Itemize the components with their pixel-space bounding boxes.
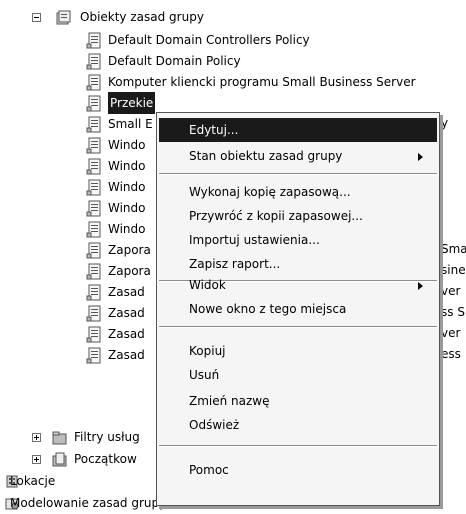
gpo-document-icon — [86, 284, 101, 301]
gpo-folder-icon — [56, 10, 71, 25]
menu-item-delete[interactable]: Usuń — [159, 363, 437, 387]
tree-node-label-tail: Smal — [441, 242, 466, 256]
expand-icon[interactable] — [32, 455, 41, 464]
tree-node-label: Komputer kliencki programu Small Busines… — [108, 75, 416, 89]
gpo-document-icon — [86, 116, 101, 133]
tree-node-label: Zasad — [108, 327, 145, 341]
starter-gpo-folder-icon — [52, 452, 67, 467]
tree-node-gpo[interactable]: Komputer kliencki programu Small Busines… — [82, 71, 466, 93]
tree-node-label: Default Domain Policy — [108, 54, 241, 68]
menu-separator — [159, 174, 437, 175]
tree-node-label: Zasad — [108, 285, 145, 299]
tree-node-starter-gpos[interactable]: Początkow — [28, 448, 158, 470]
menu-item-backup[interactable]: Wykonaj kopię zapasową... — [159, 180, 437, 204]
tree-node-label-tail: ver — [441, 326, 461, 340]
menu-separator — [159, 327, 437, 328]
tree-node-sites[interactable]: Lokacje — [0, 470, 156, 492]
tree-node-label-tail: ss S — [441, 305, 465, 319]
tree-node-label: Windo — [108, 201, 146, 215]
tree-node-gpo[interactable]: Przekie — [82, 92, 466, 114]
tree-node-label-tail: ver — [441, 284, 461, 298]
tree-node-label: Zasad — [108, 306, 145, 320]
tree-node-label: Default Domain Controllers Policy — [108, 33, 310, 47]
tree-node-label: Obiekty zasad grupy — [80, 10, 204, 24]
tree-node-label: Windo — [108, 222, 146, 236]
tree-node-label: Zapora — [108, 264, 151, 278]
gpo-document-icon — [86, 200, 101, 217]
context-menu: Edytuj... Stan obiektu zasad grupy Wykon… — [156, 112, 440, 506]
tree-node-label: Windo — [108, 138, 146, 152]
expand-icon[interactable] — [32, 433, 41, 442]
gpo-document-icon — [86, 74, 101, 91]
gpo-document-icon — [86, 53, 101, 70]
menu-item-view[interactable]: Widok — [159, 273, 437, 297]
tree-node-gpo[interactable]: Default Domain Policy — [82, 50, 466, 72]
gpo-document-icon — [86, 326, 101, 343]
gpo-document-icon — [86, 95, 101, 112]
menu-item-gpo-status[interactable]: Stan obiektu zasad grupy — [159, 144, 437, 168]
tree-node-label-tail: y — [441, 116, 449, 130]
gpo-document-icon — [86, 179, 101, 196]
gpo-document-icon — [86, 263, 101, 280]
gpo-document-icon — [86, 32, 101, 49]
menu-item-import-settings[interactable]: Importuj ustawienia... — [159, 228, 437, 252]
menu-item-copy[interactable]: Kopiuj — [159, 339, 437, 363]
gpo-document-icon — [86, 347, 101, 364]
filter-folder-icon — [52, 431, 67, 445]
menu-item-help[interactable]: Pomoc — [159, 458, 437, 482]
tree-node-label: Small E — [108, 117, 153, 131]
tree-node-label-tail: sines — [441, 263, 466, 277]
gpo-document-icon — [86, 221, 101, 238]
menu-item-new-window[interactable]: Nowe okno z tego miejsca — [159, 297, 437, 321]
menu-item-restore[interactable]: Przywróć z kopii zapasowej... — [159, 204, 437, 228]
gpo-document-icon — [86, 158, 101, 175]
tree-node-wmi-filters[interactable]: Filtry usług — [28, 426, 158, 448]
tree-node-label: Windo — [108, 180, 146, 194]
tree-node-label: Filtry usług — [74, 430, 140, 444]
submenu-arrow-icon — [418, 153, 423, 161]
menu-item-edit[interactable]: Edytuj... — [159, 118, 437, 142]
gpo-document-icon — [86, 242, 101, 259]
collapse-icon[interactable] — [32, 13, 41, 22]
tree-node-gpo[interactable]: Default Domain Controllers Policy — [82, 29, 466, 51]
menu-item-refresh[interactable]: Odśwież — [159, 413, 437, 437]
tree-node-gpo-container[interactable]: Obiekty zasad grupy — [28, 6, 466, 28]
tree-node-label: Modelowanie zasad grupy — [10, 496, 167, 510]
gpo-document-icon — [86, 137, 101, 154]
menu-item-rename[interactable]: Zmień nazwę — [159, 389, 437, 413]
submenu-arrow-icon — [418, 282, 423, 290]
gpo-document-icon — [86, 305, 101, 322]
tree-node-label: Lokacje — [10, 474, 56, 488]
tree-node-label: Zapora — [108, 243, 151, 257]
tree-node-label-tail: ess — [441, 347, 461, 361]
tree-node-label: Przekie — [108, 92, 156, 114]
tree-node-label: Początkow — [74, 452, 137, 466]
menu-separator — [159, 446, 437, 447]
tree-node-label: Zasad — [108, 348, 145, 362]
tree-node-label: Windo — [108, 159, 146, 173]
